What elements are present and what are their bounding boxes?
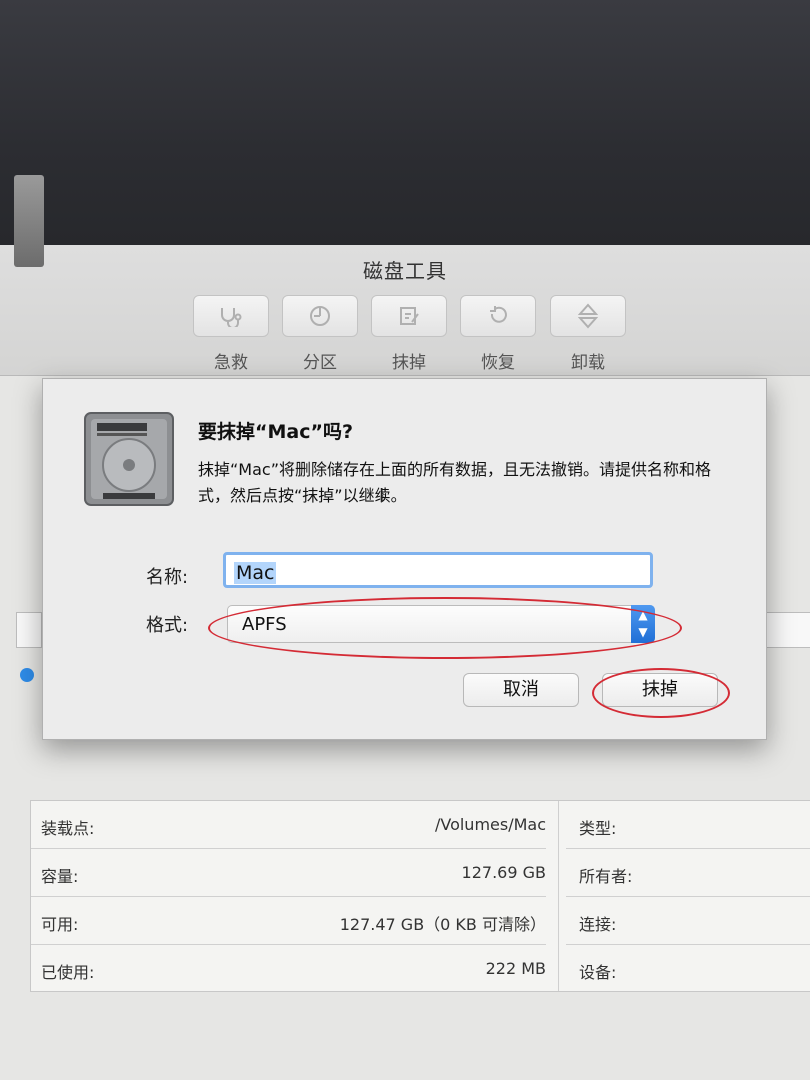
partition-icon[interactable] [282, 295, 358, 337]
text-cursor-icon: I [379, 485, 385, 506]
info-row: 已使用: 222 MB 设备: [31, 945, 810, 993]
info-value: 222 MB [485, 959, 546, 978]
info-key-right: 连接: [579, 915, 617, 934]
cancel-button[interactable]: 取消 [463, 673, 579, 707]
toolbar-restore[interactable]: 恢复 [460, 295, 536, 373]
info-key-right: 类型: [579, 819, 617, 838]
format-annotation-ellipse [208, 597, 682, 659]
toolbar-erase[interactable]: 抹掉 [371, 295, 447, 373]
toolbar-label: 卸载 [571, 353, 605, 373]
info-key-right: 设备: [579, 963, 617, 982]
sidebar-disk-icon[interactable] [14, 175, 44, 267]
info-table: 装载点: /Volumes/Mac 类型: 容量: 127.69 GB 所有者:… [30, 800, 810, 992]
toolbar-partition[interactable]: 分区 [282, 295, 358, 373]
info-row: 容量: 127.69 GB 所有者: [31, 849, 810, 897]
info-row: 装载点: /Volumes/Mac 类型: [31, 801, 810, 849]
info-key-right: 所有者: [579, 867, 633, 886]
monitor-bezel [0, 0, 810, 245]
info-key: 可用: [41, 915, 79, 934]
titlebar: 磁盘工具 急救 分区 抹掉 恢复 卸载 [0, 245, 810, 376]
dialog-message: 抹掉“Mac”将删除储存在上面的所有数据，且无法撤销。请提供名称和格式，然后点按… [198, 460, 711, 505]
toolbar-label: 抹掉 [392, 353, 426, 373]
name-input[interactable]: Mac [223, 552, 653, 588]
name-label: 名称: [146, 567, 189, 588]
toolbar-unmount[interactable]: 卸载 [550, 295, 626, 373]
erase-annotation-ellipse [592, 668, 730, 718]
toolbar-label: 分区 [303, 353, 337, 373]
stethoscope-icon[interactable] [193, 295, 269, 337]
toolbar-first-aid[interactable]: 急救 [193, 295, 269, 373]
toolbar-label: 急救 [214, 353, 248, 373]
background-field-right [765, 612, 810, 648]
info-key: 容量: [41, 867, 79, 886]
toolbar-label: 恢复 [481, 353, 515, 373]
hard-drive-icon [83, 411, 175, 507]
info-key: 已使用: [41, 963, 95, 982]
erase-icon[interactable] [371, 295, 447, 337]
usage-legend-dot [20, 668, 34, 682]
window-title: 磁盘工具 [363, 259, 447, 283]
info-key: 装载点: [41, 819, 95, 838]
name-input-value: Mac [234, 562, 277, 584]
info-row: 可用: 127.47 GB（0 KB 可清除） 连接: [31, 897, 810, 945]
background-field [16, 612, 42, 648]
unmount-icon[interactable] [550, 295, 626, 337]
info-value: 127.69 GB [461, 863, 546, 882]
restore-icon[interactable] [460, 295, 536, 337]
dialog-title: 要抹掉“Mac”吗? [198, 421, 353, 443]
info-value: /Volumes/Mac [434, 815, 546, 834]
info-value: 127.47 GB（0 KB 可清除） [339, 915, 546, 934]
format-label: 格式: [146, 615, 189, 636]
